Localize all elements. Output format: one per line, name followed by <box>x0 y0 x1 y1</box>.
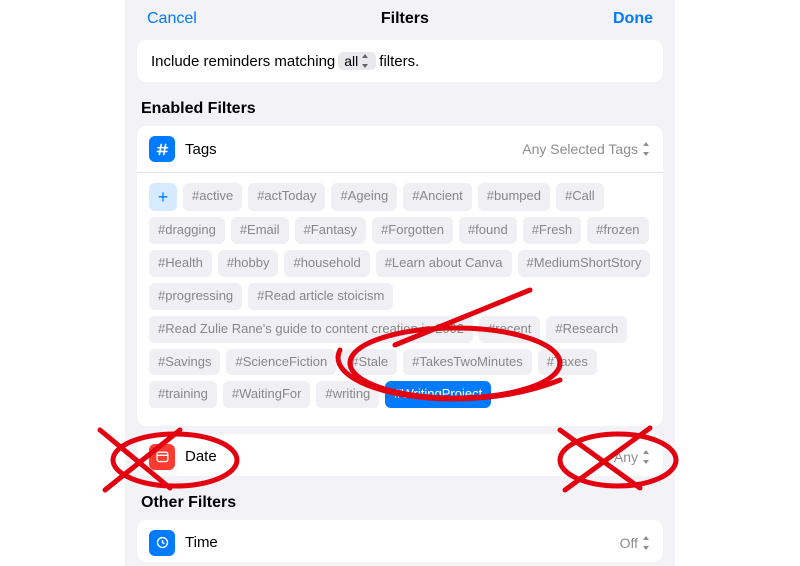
tag-chip[interactable]: #Call <box>556 183 604 211</box>
tag-chip[interactable]: #Health <box>149 250 212 277</box>
updown-icon <box>642 142 651 156</box>
matching-prefix: Include reminders matching <box>151 53 335 70</box>
updown-icon <box>361 54 370 68</box>
time-filter-value-label: Off <box>620 535 638 551</box>
tag-chip[interactable]: #ScienceFiction <box>226 349 336 376</box>
tag-chip[interactable]: #household <box>284 250 369 277</box>
tag-chip[interactable]: #dragging <box>149 217 225 244</box>
date-filter-title: Date <box>185 448 614 465</box>
tag-chip[interactable]: #bumped <box>478 183 550 211</box>
tag-chip[interactable]: #Savings <box>149 349 220 376</box>
nav-bar: Cancel Filters Done <box>125 0 675 36</box>
matching-suffix: filters. <box>379 53 419 70</box>
tag-chip[interactable]: #Taxes <box>538 349 597 376</box>
section-enabled-filters: Enabled Filters <box>141 100 659 118</box>
hash-icon <box>149 136 175 162</box>
tags-mode-label: Any Selected Tags <box>522 141 638 157</box>
tag-chip[interactable]: #Learn about Canva <box>376 250 512 277</box>
show-less-button[interactable]: Show Less <box>137 418 663 426</box>
tag-chip[interactable]: #WaitingFor <box>223 381 311 408</box>
tags-filter-title: Tags <box>185 141 522 158</box>
tags-filter-header: Tags Any Selected Tags <box>137 126 663 173</box>
cancel-button[interactable]: Cancel <box>147 10 197 28</box>
tag-chip[interactable]: #progressing <box>149 283 242 310</box>
time-filter-value[interactable]: Off <box>620 535 651 551</box>
tag-chip[interactable]: #Ageing <box>331 183 397 211</box>
tag-chip[interactable]: #Read article stoicism <box>248 283 393 310</box>
updown-icon <box>642 536 651 550</box>
tag-chip[interactable]: #WritingProject <box>385 381 491 408</box>
matching-mode-picker[interactable]: all <box>338 52 376 70</box>
tag-chip[interactable]: #Read Zulie Rane's guide to content crea… <box>149 316 473 343</box>
tag-chip[interactable]: #hobby <box>218 250 279 277</box>
tag-chip[interactable]: #Fantasy <box>295 217 366 244</box>
tag-chip[interactable]: #training <box>149 381 217 408</box>
tag-chip[interactable]: #Ancient <box>403 183 472 211</box>
clock-icon <box>149 530 175 556</box>
nav-title: Filters <box>381 10 429 28</box>
section-other-filters: Other Filters <box>141 494 659 512</box>
tags-mode-picker[interactable]: Any Selected Tags <box>522 141 651 157</box>
tag-chip[interactable]: #MediumShortStory <box>518 250 651 277</box>
tag-chip[interactable]: #Research <box>546 316 627 343</box>
tags-filter-card: Tags Any Selected Tags + #active#actToda… <box>137 126 663 426</box>
tag-chip[interactable]: #writing <box>316 381 379 408</box>
date-filter-row[interactable]: Date Any <box>137 434 663 476</box>
time-filter-title: Time <box>185 534 620 551</box>
matching-mode-label: all <box>344 53 358 69</box>
tag-chip[interactable]: #found <box>459 217 517 244</box>
add-tag-button[interactable]: + <box>149 183 177 211</box>
date-filter-value-label: Any <box>614 449 638 465</box>
tags-list: + #active#actToday#Ageing#Ancient#bumped… <box>137 173 663 418</box>
tag-chip[interactable]: #TakesTwoMinutes <box>403 349 532 376</box>
tag-chip[interactable]: #active <box>183 183 242 211</box>
matching-card: Include reminders matching all filters. <box>137 40 663 82</box>
done-button[interactable]: Done <box>613 10 653 28</box>
tag-chip[interactable]: #Email <box>231 217 289 244</box>
tag-chip[interactable]: #frozen <box>587 217 648 244</box>
filters-sheet: Cancel Filters Done Include reminders ma… <box>125 0 675 566</box>
calendar-icon <box>149 444 175 470</box>
tag-chip[interactable]: #Fresh <box>523 217 581 244</box>
updown-icon <box>642 450 651 464</box>
tag-chip[interactable]: #Stale <box>342 349 397 376</box>
tag-chip[interactable]: #actToday <box>248 183 325 211</box>
date-filter-value[interactable]: Any <box>614 449 651 465</box>
tag-chip[interactable]: #recent <box>479 316 540 343</box>
time-filter-row[interactable]: Time Off <box>137 520 663 562</box>
tag-chip[interactable]: #Forgotten <box>372 217 453 244</box>
